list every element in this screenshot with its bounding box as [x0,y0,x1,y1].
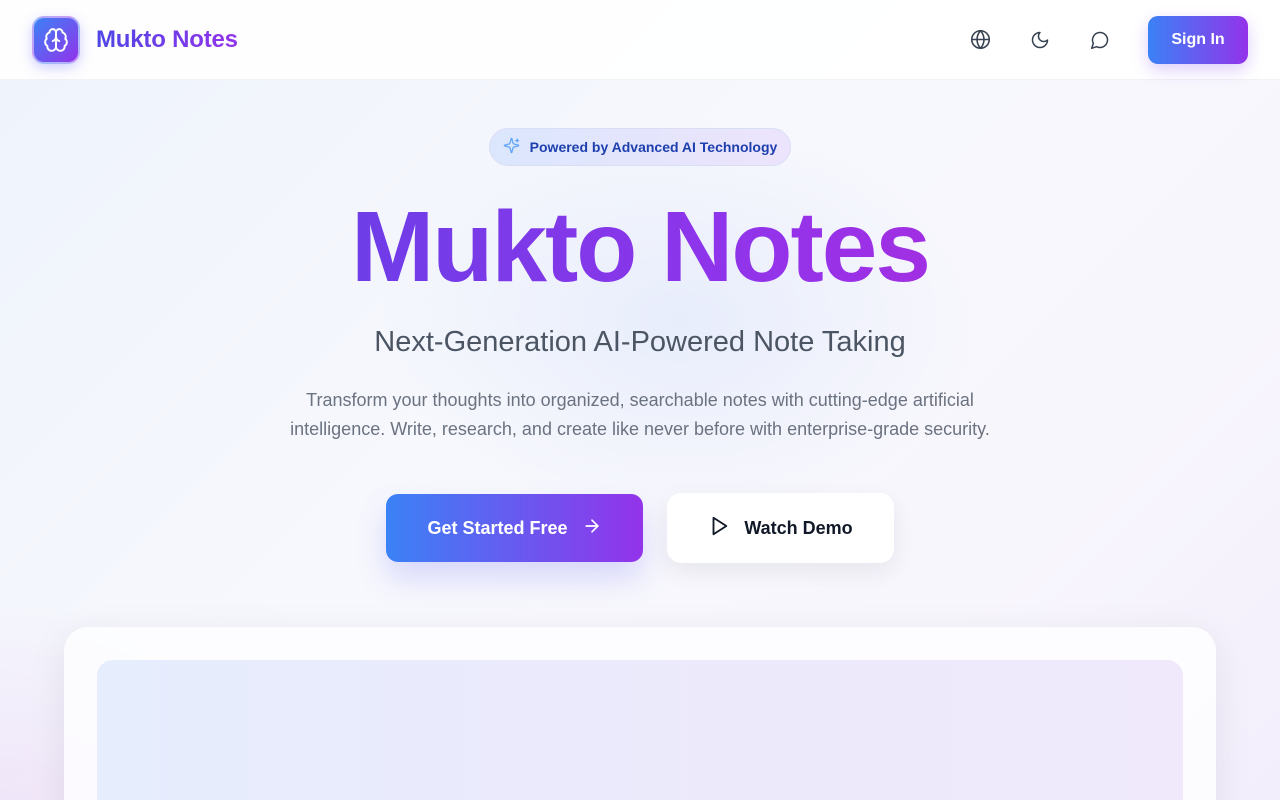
badge-text: Powered by Advanced AI Technology [529,139,778,155]
get-started-button[interactable]: Get Started Free [386,494,643,562]
top-navbar: Mukto Notes Sign In [0,0,1280,80]
sparkles-icon [503,137,520,157]
hero-description: Transform your thoughts into organized, … [290,390,990,439]
nav-actions: Sign In [960,15,1248,64]
watch-demo-label: Watch Demo [744,517,853,538]
app-preview-card [64,627,1216,800]
sign-in-button[interactable]: Sign In [1148,15,1248,64]
brain-icon [32,15,80,64]
hero-title: Mukto Notes [0,192,1280,302]
watch-demo-button[interactable]: Watch Demo [667,493,894,563]
moon-icon[interactable] [1020,20,1060,60]
ai-badge: Powered by Advanced AI Technology [489,128,791,166]
chat-icon[interactable] [1080,20,1120,60]
brand[interactable]: Mukto Notes [32,15,238,64]
app-preview-screen [97,660,1183,800]
background-glow [380,120,980,520]
play-icon [708,515,730,542]
globe-icon[interactable] [960,20,1000,60]
get-started-label: Get Started Free [427,517,568,538]
brand-name: Mukto Notes [96,25,238,53]
hero-subtitle: Next-Generation AI-Powered Note Taking [374,326,906,358]
arrow-right-icon [582,516,602,541]
